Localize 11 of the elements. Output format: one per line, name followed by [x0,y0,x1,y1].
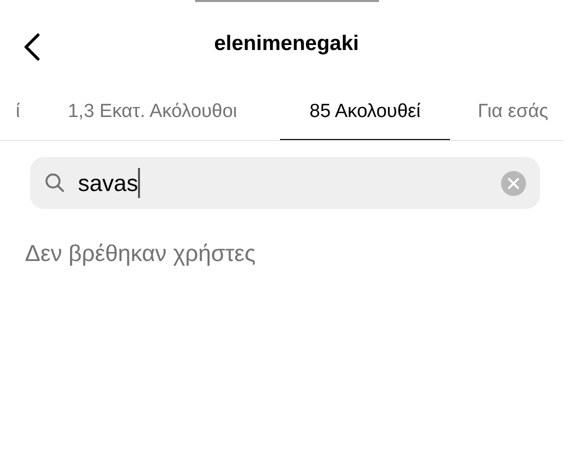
empty-message: Δεν βρέθηκαν χρήστες [25,239,256,268]
tab[interactable]: Για εσάς [458,86,568,140]
tab[interactable]: 85 Ακολουθεί [280,86,450,140]
search-field[interactable]: savas [30,157,540,209]
tab[interactable]: ί [0,86,20,140]
search-icon [44,172,66,194]
search-value: savas [78,168,138,198]
profile-title: elenimenegaki [214,31,359,58]
text-cursor [138,168,140,198]
close-icon [508,178,519,188]
tab[interactable]: 1,3 Εκατ. Ακόλουθοι [45,86,260,140]
